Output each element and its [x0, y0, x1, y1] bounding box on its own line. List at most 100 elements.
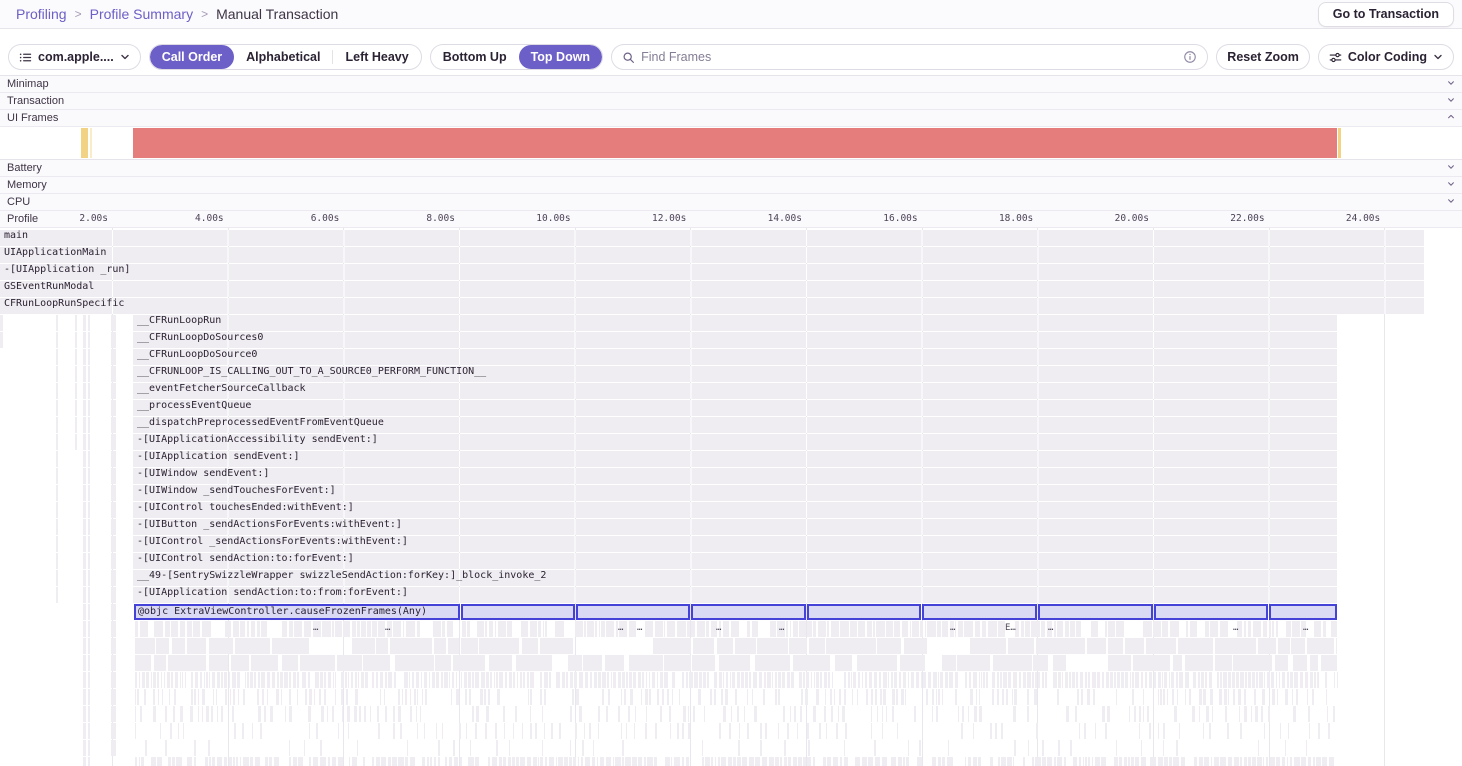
- flame-frame-small[interactable]: [1177, 689, 1179, 705]
- flame-frame-small[interactable]: [1057, 621, 1064, 637]
- flame-frame-small[interactable]: [1064, 757, 1066, 766]
- flame-frame-small[interactable]: [871, 689, 873, 705]
- flame-frame-small[interactable]: [504, 723, 505, 739]
- flame-frame-small[interactable]: [338, 723, 339, 739]
- flame-frame-small[interactable]: [1114, 672, 1116, 688]
- flame-frame-small[interactable]: [1258, 740, 1260, 756]
- flame-frame-small[interactable]: [269, 757, 272, 766]
- flame-frame-small[interactable]: [583, 655, 602, 671]
- flame-frame-small[interactable]: [660, 672, 664, 688]
- flame-frame-small[interactable]: [83, 417, 86, 433]
- flame-frame-small[interactable]: [402, 689, 403, 705]
- flame-frame-small[interactable]: [883, 672, 887, 688]
- flame-frame-small[interactable]: [1093, 689, 1095, 705]
- flame-frame-small[interactable]: [749, 757, 754, 766]
- flame-frame-small[interactable]: [1174, 706, 1177, 722]
- flame-frame-small[interactable]: [1007, 757, 1012, 766]
- flame-frame-small[interactable]: [1116, 621, 1124, 637]
- flame-frame-small[interactable]: [1143, 706, 1144, 722]
- flame-frame-small[interactable]: [544, 723, 545, 739]
- flame-frame-small[interactable]: [332, 621, 333, 637]
- flame-frame-small[interactable]: [1141, 757, 1146, 766]
- section-header-transaction[interactable]: Transaction: [0, 93, 1462, 110]
- flame-frame-small[interactable]: [719, 672, 723, 688]
- flame-frame-small[interactable]: [800, 706, 802, 722]
- flame-frame-small[interactable]: [968, 757, 971, 766]
- flame-frame-small[interactable]: [995, 723, 997, 739]
- flame-frame-small[interactable]: [56, 485, 58, 501]
- flame-frame-small[interactable]: [894, 672, 897, 688]
- flame-frame-small[interactable]: [476, 706, 479, 722]
- flame-frame-small[interactable]: [1236, 672, 1239, 688]
- flame-frame-small[interactable]: [775, 672, 776, 688]
- flame-frame-small[interactable]: [304, 740, 305, 756]
- flame-frame[interactable]: main: [0, 230, 1424, 246]
- flame-frame-small[interactable]: [936, 689, 937, 705]
- flame-frame-small[interactable]: [424, 723, 425, 739]
- flame-frame-small[interactable]: [111, 519, 116, 535]
- flame-frame-small[interactable]: [642, 672, 644, 688]
- flame-frame[interactable]: -[UIWindow sendEvent:]: [133, 468, 1337, 484]
- flame-frame-small[interactable]: [589, 723, 590, 739]
- flame-frame-small[interactable]: [1220, 757, 1225, 766]
- flame-frame-small[interactable]: [1073, 757, 1077, 766]
- flame-frame-small[interactable]: [862, 672, 864, 688]
- flame-frame[interactable]: __CFRunLoopRun: [133, 315, 1337, 331]
- flame-frame-small[interactable]: [513, 723, 514, 739]
- flame-frame-small[interactable]: [88, 332, 90, 348]
- flame-frame-small[interactable]: [1163, 723, 1165, 739]
- flame-frame-small[interactable]: [555, 621, 564, 637]
- flame-frame-small[interactable]: [111, 672, 116, 688]
- flame-frame-small[interactable]: [973, 757, 977, 766]
- flame-frame-small[interactable]: [667, 689, 670, 705]
- flame-frame-small[interactable]: [162, 689, 163, 705]
- flame-frame-small[interactable]: [824, 706, 826, 722]
- flame-frame-small[interactable]: [308, 672, 309, 688]
- flame-frame-small[interactable]: [655, 723, 656, 739]
- flame-frame-small[interactable]: [83, 451, 86, 467]
- flame-frame-small[interactable]: [242, 723, 244, 739]
- flame-frame-small[interactable]: [202, 706, 204, 722]
- flame-frame-small[interactable]: [332, 706, 334, 722]
- flame-frame-small[interactable]: [973, 723, 974, 739]
- flame-frame-small[interactable]: [276, 689, 279, 705]
- flame-frame-small[interactable]: [180, 672, 182, 688]
- flame-frame-small[interactable]: [441, 672, 443, 688]
- flame-frame-small[interactable]: [578, 757, 580, 766]
- flame-frame-small[interactable]: [486, 672, 489, 688]
- flame-frame-small[interactable]: [1198, 672, 1200, 688]
- flame-frame-small[interactable]: [1204, 757, 1209, 766]
- flame-frame-small[interactable]: [671, 757, 672, 766]
- flame-frame-small[interactable]: [834, 689, 835, 705]
- flame-frame-small[interactable]: [257, 689, 259, 705]
- flame-frame-small[interactable]: [1117, 672, 1121, 688]
- flame-frame-small[interactable]: [198, 706, 200, 722]
- flame-frame-small[interactable]: [349, 757, 350, 766]
- flame-frame-small[interactable]: [1186, 621, 1188, 637]
- flame-frame-small[interactable]: [530, 672, 534, 688]
- flame-frame-small[interactable]: [674, 757, 680, 766]
- flame-frame-small[interactable]: [522, 638, 538, 654]
- flame-frame-small[interactable]: [910, 621, 911, 637]
- flame-frame-small[interactable]: [718, 757, 720, 766]
- flame-frame-small[interactable]: [1263, 621, 1267, 637]
- search-input[interactable]: [641, 50, 1177, 64]
- flame-frame-small[interactable]: [1028, 740, 1030, 756]
- flame-frame-small[interactable]: [224, 757, 227, 766]
- flame-frame-small[interactable]: [1102, 672, 1105, 688]
- flame-frame-small[interactable]: [928, 672, 932, 688]
- flame-frame-small[interactable]: [630, 689, 633, 705]
- flame-frame-small[interactable]: [629, 655, 663, 671]
- flame-frame-small[interactable]: [398, 757, 404, 766]
- flame-frame-small[interactable]: [56, 349, 58, 365]
- flame-frame-small[interactable]: [1329, 757, 1335, 766]
- flame-frame-small[interactable]: [56, 315, 58, 331]
- flame-frame-small[interactable]: [1045, 672, 1047, 688]
- flame-frame-small[interactable]: [490, 672, 492, 688]
- section-header-profile[interactable]: Profile2.00s4.00s6.00s8.00s10.00s12.00s1…: [0, 211, 1462, 228]
- flame-frame-small[interactable]: [830, 689, 831, 705]
- flame-frame-small[interactable]: [598, 706, 600, 722]
- ui-frame-span[interactable]: [90, 128, 92, 158]
- flame-frame-small[interactable]: [438, 757, 440, 766]
- flame-frame-small[interactable]: [799, 621, 806, 637]
